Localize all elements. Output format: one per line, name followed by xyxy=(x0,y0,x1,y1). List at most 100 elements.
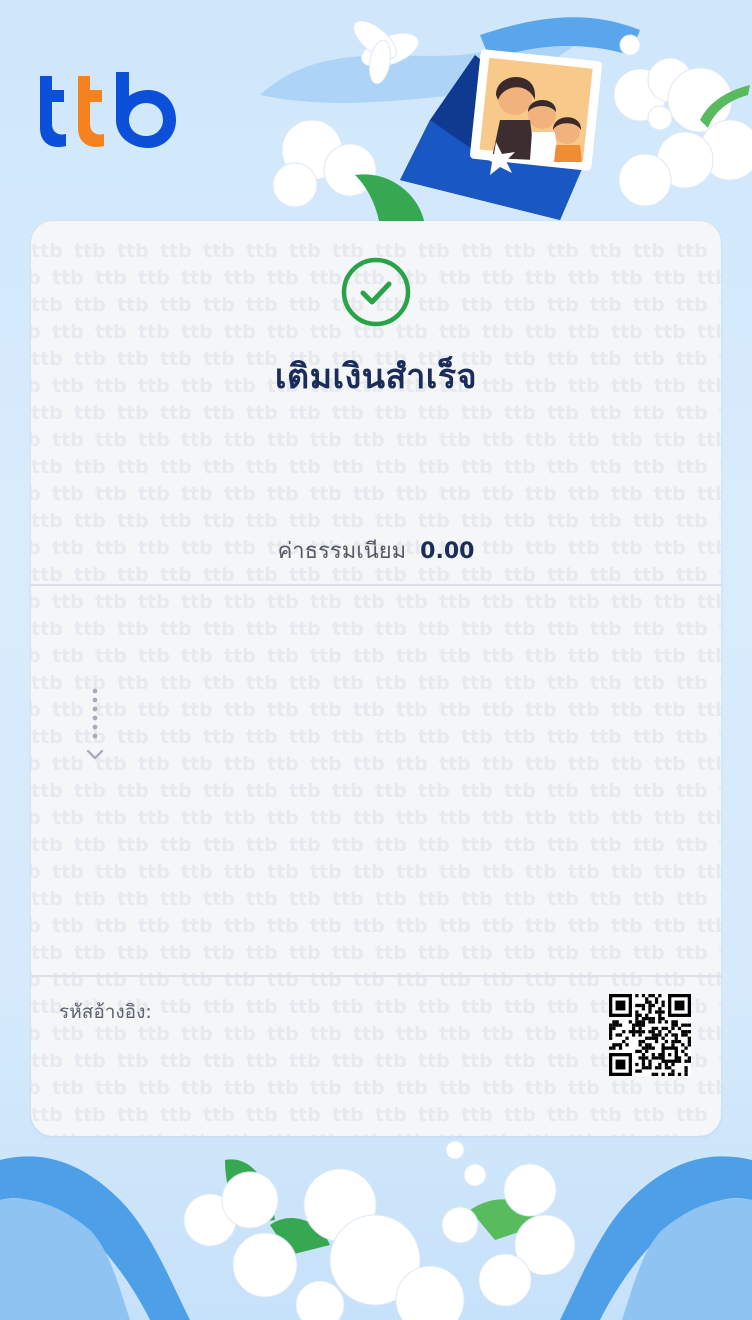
svg-text:ttb: ttb xyxy=(160,726,192,748)
svg-text:ttb: ttb xyxy=(697,1131,721,1136)
svg-text:ttb: ttb xyxy=(611,1077,643,1099)
svg-text:ttb: ttb xyxy=(52,429,84,451)
svg-text:ttb: ttb xyxy=(633,402,665,424)
svg-text:ttb: ttb xyxy=(117,780,149,802)
svg-text:ttb: ttb xyxy=(74,294,106,316)
svg-text:ttb: ttb xyxy=(224,321,256,343)
svg-text:ttb: ttb xyxy=(332,1104,364,1126)
divider xyxy=(31,584,721,586)
svg-text:ttb: ttb xyxy=(31,996,63,1018)
svg-text:ttb: ttb xyxy=(676,726,708,748)
svg-text:ttb: ttb xyxy=(504,726,536,748)
svg-text:ttb: ttb xyxy=(74,402,106,424)
status-title: เติมเงินสำเร็จ xyxy=(274,357,478,397)
svg-text:ttb: ttb xyxy=(353,1077,385,1099)
svg-text:ttb: ttb xyxy=(547,834,579,856)
svg-text:ttb: ttb xyxy=(160,942,192,964)
svg-text:ttb: ttb xyxy=(611,1131,643,1136)
svg-text:ttb: ttb xyxy=(95,645,127,667)
svg-text:ttb: ttb xyxy=(332,672,364,694)
svg-text:ttb: ttb xyxy=(310,645,342,667)
svg-text:ttb: ttb xyxy=(482,807,514,829)
svg-text:ttb: ttb xyxy=(31,888,63,910)
svg-text:ttb: ttb xyxy=(138,267,170,289)
svg-text:ttb: ttb xyxy=(138,429,170,451)
svg-text:ttb: ttb xyxy=(396,429,428,451)
svg-text:ttb: ttb xyxy=(160,294,192,316)
svg-text:ttb: ttb xyxy=(418,510,450,532)
svg-text:ttb: ttb xyxy=(418,294,450,316)
svg-text:ttb: ttb xyxy=(418,888,450,910)
svg-text:ttb: ttb xyxy=(375,942,407,964)
svg-text:ttb: ttb xyxy=(482,1077,514,1099)
svg-text:ttb: ttb xyxy=(439,321,471,343)
svg-text:ttb: ttb xyxy=(590,726,622,748)
svg-text:ttb: ttb xyxy=(117,672,149,694)
svg-text:ttb: ttb xyxy=(74,780,106,802)
svg-text:ttb: ttb xyxy=(590,672,622,694)
svg-text:ttb: ttb xyxy=(719,888,721,910)
svg-text:ttb: ttb xyxy=(482,699,514,721)
svg-text:ttb: ttb xyxy=(332,726,364,748)
svg-text:ttb: ttb xyxy=(611,645,643,667)
svg-text:ttb: ttb xyxy=(289,1050,321,1072)
svg-text:ttb: ttb xyxy=(160,672,192,694)
svg-text:ttb: ttb xyxy=(160,456,192,478)
svg-text:ttb: ttb xyxy=(52,807,84,829)
svg-text:ttb: ttb xyxy=(568,321,600,343)
svg-text:ttb: ttb xyxy=(547,996,579,1018)
svg-text:ttb: ttb xyxy=(719,456,721,478)
svg-text:ttb: ttb xyxy=(138,1131,170,1136)
svg-text:ttb: ttb xyxy=(396,483,428,505)
fee-label: ค่าธรรมเนียม xyxy=(277,539,407,564)
svg-text:ttb: ttb xyxy=(697,483,721,505)
svg-text:ttb: ttb xyxy=(246,888,278,910)
svg-text:ttb: ttb xyxy=(353,645,385,667)
svg-text:ttb: ttb xyxy=(525,267,557,289)
svg-text:ttb: ttb xyxy=(181,483,213,505)
svg-text:ttb: ttb xyxy=(375,618,407,640)
svg-text:ttb: ttb xyxy=(203,456,235,478)
svg-text:ttb: ttb xyxy=(590,402,622,424)
svg-text:ttb: ttb xyxy=(289,402,321,424)
svg-text:ttb: ttb xyxy=(697,1023,721,1045)
svg-text:ttb: ttb xyxy=(31,510,63,532)
svg-text:ttb: ttb xyxy=(181,1077,213,1099)
svg-text:ttb: ttb xyxy=(181,915,213,937)
svg-text:ttb: ttb xyxy=(719,618,721,640)
svg-text:ttb: ttb xyxy=(160,888,192,910)
svg-text:ttb: ttb xyxy=(568,969,600,991)
svg-text:ttb: ttb xyxy=(375,834,407,856)
svg-text:ttb: ttb xyxy=(590,510,622,532)
svg-text:ttb: ttb xyxy=(310,861,342,883)
svg-text:ttb: ttb xyxy=(590,456,622,478)
svg-text:ttb: ttb xyxy=(568,429,600,451)
svg-text:ttb: ttb xyxy=(246,402,278,424)
svg-text:ttb: ttb xyxy=(719,510,721,532)
svg-text:ttb: ttb xyxy=(353,429,385,451)
svg-text:ttb: ttb xyxy=(676,456,708,478)
svg-text:ttb: ttb xyxy=(181,699,213,721)
svg-text:ttb: ttb xyxy=(676,510,708,532)
svg-text:ttb: ttb xyxy=(676,780,708,802)
svg-text:ttb: ttb xyxy=(568,483,600,505)
svg-text:ttb: ttb xyxy=(31,915,41,937)
svg-text:ttb: ttb xyxy=(633,726,665,748)
svg-text:ttb: ttb xyxy=(676,942,708,964)
svg-text:ttb: ttb xyxy=(74,240,106,262)
svg-text:ttb: ttb xyxy=(74,456,106,478)
svg-text:ttb: ttb xyxy=(504,294,536,316)
fee-value: 0.00 xyxy=(420,539,475,564)
svg-text:ttb: ttb xyxy=(482,429,514,451)
svg-text:ttb: ttb xyxy=(117,294,149,316)
svg-text:ttb: ttb xyxy=(461,888,493,910)
svg-text:ttb: ttb xyxy=(396,699,428,721)
svg-text:ttb: ttb xyxy=(31,1131,41,1136)
svg-text:ttb: ttb xyxy=(568,861,600,883)
svg-text:ttb: ttb xyxy=(203,942,235,964)
svg-text:ttb: ttb xyxy=(74,510,106,532)
svg-text:ttb: ttb xyxy=(267,807,299,829)
svg-text:ttb: ttb xyxy=(332,1050,364,1072)
qr-code-icon[interactable] xyxy=(609,994,691,1076)
svg-text:ttb: ttb xyxy=(525,1131,557,1136)
